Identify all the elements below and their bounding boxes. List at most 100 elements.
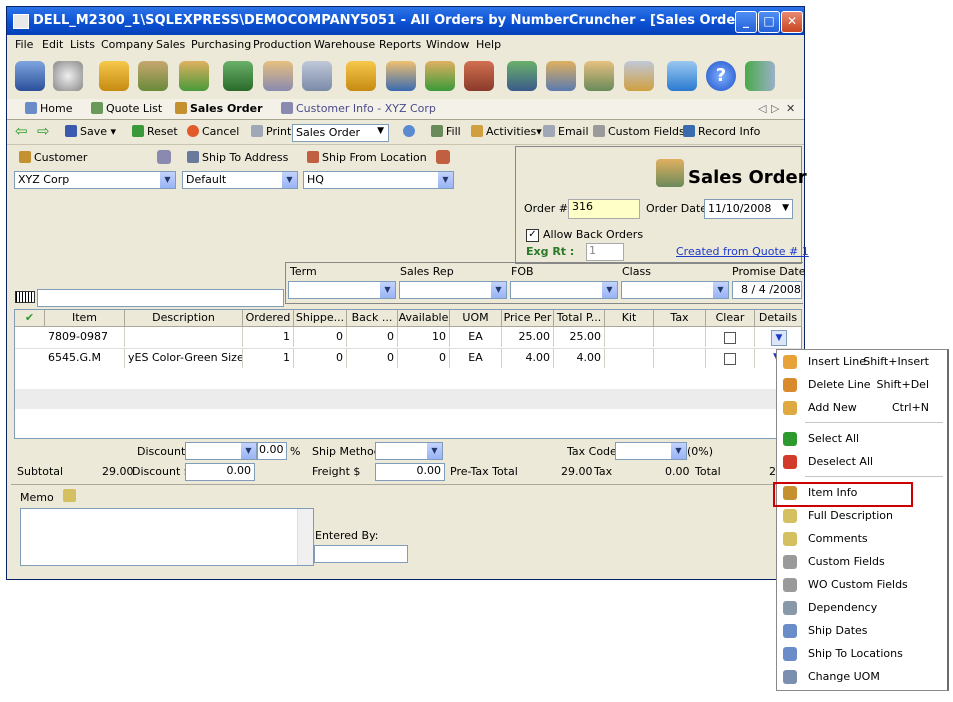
cell-tax[interactable]: [654, 327, 706, 347]
menu-reports[interactable]: Reports: [379, 38, 421, 51]
column-header-shipped[interactable]: Shippe...: [294, 310, 347, 327]
customer-lookup-icon[interactable]: [157, 150, 171, 164]
context-menu-item-dependency[interactable]: Dependency: [777, 597, 945, 619]
cell-tax[interactable]: [654, 348, 706, 368]
cell-description[interactable]: [125, 327, 243, 347]
person-green-icon[interactable]: [425, 61, 455, 91]
cell-shipped[interactable]: 0: [294, 348, 347, 368]
memo-textarea[interactable]: [20, 508, 314, 566]
activities-button[interactable]: Activities▾: [471, 125, 542, 138]
menu-production[interactable]: Production: [253, 38, 312, 51]
table-row[interactable]: 7809-0987 1 0 0 10 EA 25.00 25.00 ▼: [15, 327, 801, 349]
ship-from-select[interactable]: HQ ▼: [303, 171, 454, 189]
cell-item[interactable]: 6545.G.M: [45, 348, 125, 368]
context-menu-item-insert-line[interactable]: Insert Line Shift+Insert: [777, 351, 945, 373]
person-icon[interactable]: [386, 61, 416, 91]
phone-person-icon[interactable]: [507, 61, 537, 91]
tax-code-select[interactable]: ▼: [615, 442, 687, 460]
printer-icon[interactable]: [624, 61, 654, 91]
phone-user-icon[interactable]: [223, 61, 253, 91]
menu-help[interactable]: Help: [476, 38, 501, 51]
cell-back-ordered[interactable]: 0: [347, 327, 398, 347]
location-lookup-icon[interactable]: [436, 150, 450, 164]
cell-ordered[interactable]: 1: [243, 348, 294, 368]
fob-select[interactable]: ▼: [510, 281, 618, 299]
class-select[interactable]: ▼: [621, 281, 729, 299]
maximize-button[interactable]: □: [758, 11, 780, 33]
details-dropdown-button[interactable]: ▼: [771, 330, 787, 346]
memo-edit-icon[interactable]: [63, 489, 76, 502]
column-header-ordered[interactable]: Ordered: [243, 310, 294, 327]
cell-item[interactable]: 7809-0987: [45, 327, 125, 347]
term-select[interactable]: ▼: [288, 281, 396, 299]
minimize-button[interactable]: _: [735, 11, 757, 33]
cell-uom[interactable]: EA: [450, 348, 502, 368]
box-check-icon[interactable]: [99, 61, 129, 91]
context-menu-item-full-description[interactable]: Full Description: [777, 505, 945, 527]
ship-method-select[interactable]: ▼: [375, 442, 443, 460]
column-header-clear[interactable]: Clear: [706, 310, 755, 327]
context-menu-item-ship-dates[interactable]: Ship Dates: [777, 620, 945, 642]
tab-customer-info[interactable]: Customer Info - XYZ Corp: [281, 102, 436, 115]
web-icon[interactable]: [403, 125, 418, 138]
menu-warehouse[interactable]: Warehouse: [314, 38, 375, 51]
box-icon[interactable]: [346, 61, 376, 91]
column-header-details[interactable]: Details: [755, 310, 802, 327]
column-header-total-price[interactable]: Total P...: [554, 310, 605, 327]
cell-uom[interactable]: EA: [450, 327, 502, 347]
tab-sales-order[interactable]: Sales Order: [175, 102, 263, 115]
discount-select[interactable]: ▼: [185, 442, 257, 460]
help-icon[interactable]: ?: [706, 61, 736, 91]
cell-price-per[interactable]: 25.00: [502, 327, 554, 347]
column-header-back-ordered[interactable]: Back ...: [347, 310, 398, 327]
order-date-picker[interactable]: 11/10/2008 ▼: [704, 199, 793, 219]
context-menu-item-custom-fields[interactable]: Custom Fields: [777, 551, 945, 573]
tab-home[interactable]: Home: [25, 102, 72, 115]
user-check-icon[interactable]: [138, 61, 168, 91]
allow-back-orders-checkbox[interactable]: ✓: [526, 229, 539, 242]
column-header-item[interactable]: Item: [45, 310, 125, 327]
discount-percent-input[interactable]: 0.00: [257, 442, 287, 460]
context-menu-item-change-uom[interactable]: Change UOM: [777, 666, 945, 688]
customer-select[interactable]: XYZ Corp ▼: [14, 171, 176, 189]
custom-fields-button[interactable]: Custom Fields: [593, 125, 685, 138]
tab-prev-icon[interactable]: ◁: [758, 102, 766, 115]
edit-pencil-icon[interactable]: [667, 61, 697, 91]
ship-to-select[interactable]: Default ▼: [182, 171, 298, 189]
freight-input[interactable]: 0.00: [375, 463, 445, 481]
cell-price-per[interactable]: 4.00: [502, 348, 554, 368]
sales-rep-select[interactable]: ▼: [399, 281, 507, 299]
cell-shipped[interactable]: 0: [294, 327, 347, 347]
context-menu-item-deselect-all[interactable]: Deselect All: [777, 451, 945, 473]
column-header-description[interactable]: Description: [125, 310, 243, 327]
menu-purchasing[interactable]: Purchasing: [191, 38, 251, 51]
context-menu-item-add-new[interactable]: Add New Ctrl+N: [777, 397, 945, 419]
cell-back-ordered[interactable]: 0: [347, 348, 398, 368]
cell-description[interactable]: yES Color-Green Size-...: [125, 348, 243, 368]
column-header-tax[interactable]: Tax: [654, 310, 706, 327]
menu-window[interactable]: Window: [426, 38, 469, 51]
created-from-quote-link[interactable]: Created from Quote # 1: [676, 245, 809, 258]
menu-lists[interactable]: Lists: [70, 38, 95, 51]
order-number-input[interactable]: 316: [568, 199, 640, 219]
column-header-available[interactable]: Available: [398, 310, 450, 327]
column-header-price-per[interactable]: Price Per: [502, 310, 554, 327]
column-header-kit[interactable]: Kit: [605, 310, 654, 327]
entered-by-input[interactable]: [314, 545, 408, 563]
tab-next-icon[interactable]: ▷: [771, 102, 779, 115]
context-menu-item-comments[interactable]: Comments: [777, 528, 945, 550]
forward-arrow-icon[interactable]: ⇨: [37, 122, 50, 140]
context-menu-item-select-all[interactable]: Select All: [777, 428, 945, 450]
select-column-header[interactable]: ✔: [15, 310, 45, 327]
print-button[interactable]: Print: [251, 125, 291, 138]
menu-sales[interactable]: Sales: [156, 38, 185, 51]
memo-scrollbar[interactable]: [297, 509, 313, 565]
printer-user-icon[interactable]: [302, 61, 332, 91]
clear-checkbox[interactable]: [724, 332, 736, 344]
menu-edit[interactable]: Edit: [42, 38, 63, 51]
barcode-icon[interactable]: [15, 291, 35, 303]
document-user-icon[interactable]: [263, 61, 293, 91]
table-row[interactable]: 6545.G.M yES Color-Green Size-... 1 0 0 …: [15, 348, 801, 370]
context-menu-item-ship-to-locations[interactable]: Ship To Locations: [777, 643, 945, 665]
person-check-icon[interactable]: [179, 61, 209, 91]
